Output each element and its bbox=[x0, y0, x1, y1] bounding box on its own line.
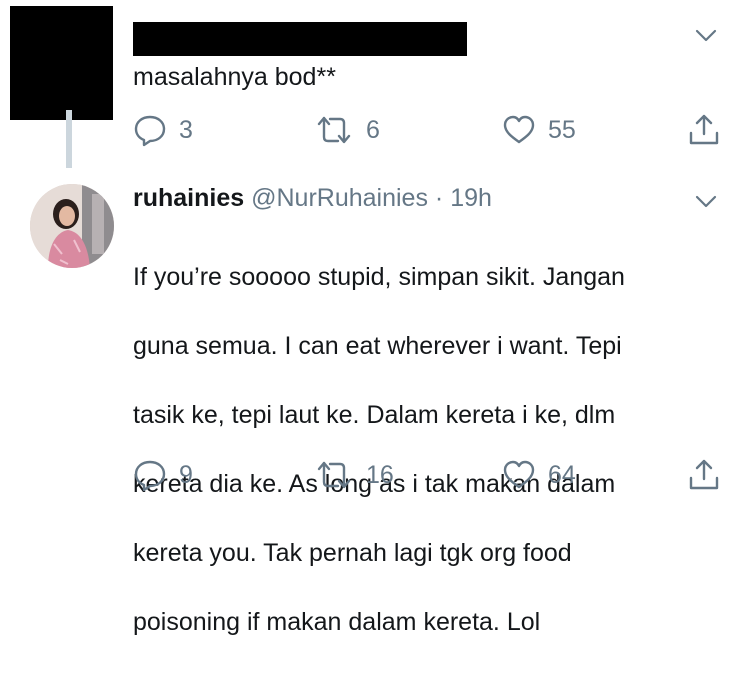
tweet-line: tasik ke, tepi laut ke. Dalam kereta i k… bbox=[133, 400, 616, 429]
like-count: 55 bbox=[548, 115, 576, 144]
like-button[interactable]: 64 bbox=[502, 458, 576, 492]
reply-text: masalahnya bod** bbox=[133, 63, 336, 91]
reply-count: 3 bbox=[179, 115, 193, 144]
retweet-button[interactable]: 6 bbox=[314, 113, 380, 147]
separator: · bbox=[434, 184, 444, 212]
reply-button[interactable]: 9 bbox=[133, 458, 193, 492]
thread-line bbox=[66, 110, 72, 168]
like-button[interactable]: 55 bbox=[502, 113, 576, 147]
share-icon bbox=[689, 114, 719, 145]
reply-button[interactable]: 3 bbox=[133, 113, 193, 147]
like-icon bbox=[503, 460, 535, 489]
retweet-icon bbox=[317, 116, 351, 144]
redacted-avatar bbox=[10, 6, 113, 120]
tweet-line: If you’re sooooo stupid, simpan sikit. J… bbox=[133, 262, 625, 291]
reply-actions: 3 6 55 bbox=[133, 113, 733, 149]
share-button[interactable] bbox=[687, 458, 721, 492]
display-name[interactable]: ruhainies bbox=[133, 184, 244, 212]
tweet-line: poisoning if makan dalam kereta. Lol bbox=[133, 607, 541, 636]
like-count: 64 bbox=[548, 460, 576, 489]
retweet-count: 16 bbox=[366, 460, 394, 489]
tweet-body: If you’re sooooo stupid, simpan sikit. J… bbox=[133, 225, 625, 674]
chevron-down-icon[interactable] bbox=[694, 194, 718, 210]
share-icon bbox=[689, 459, 719, 490]
retweet-count: 6 bbox=[366, 115, 380, 144]
reply-count: 9 bbox=[179, 460, 193, 489]
reply-icon bbox=[134, 460, 166, 492]
retweet-icon bbox=[317, 461, 351, 489]
user-handle[interactable]: @NurRuhainies bbox=[251, 184, 428, 212]
like-icon bbox=[503, 115, 535, 144]
tweet-timestamp[interactable]: 19h bbox=[450, 184, 492, 212]
reply-icon bbox=[134, 115, 166, 147]
share-button[interactable] bbox=[687, 113, 721, 147]
tweet-actions: 9 16 64 bbox=[133, 458, 733, 494]
avatar[interactable] bbox=[30, 184, 114, 268]
avatar-photo bbox=[30, 184, 114, 268]
tweet-line: kereta you. Tak pernah lagi tgk org food bbox=[133, 538, 572, 567]
redacted-username bbox=[133, 22, 467, 56]
retweet-button[interactable]: 16 bbox=[314, 458, 394, 492]
tweet-header: ruhainies @NurRuhainies · 19h bbox=[133, 184, 492, 213]
chevron-down-icon[interactable] bbox=[694, 28, 718, 44]
tweet-line: guna semua. I can eat wherever i want. T… bbox=[133, 331, 622, 360]
